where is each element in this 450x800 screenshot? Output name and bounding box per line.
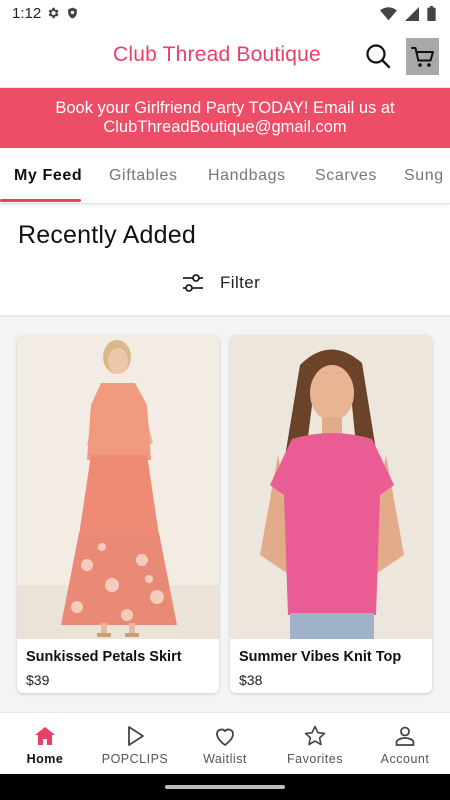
tab-scarves[interactable]: Scarves — [315, 167, 377, 185]
product-price: $39 — [26, 672, 50, 688]
home-icon — [35, 727, 55, 745]
app-header: Club Thread Boutique — [0, 28, 450, 88]
nav-home[interactable]: Home — [0, 713, 90, 775]
status-bar: 1:12 — [0, 0, 450, 28]
product-card[interactable]: Summer Vibes Knit Top $38 — [230, 335, 432, 693]
wifi-icon — [380, 6, 397, 20]
nav-label: Home — [26, 752, 64, 766]
account-icon — [395, 726, 415, 746]
heart-icon — [216, 728, 234, 746]
tab-handbags[interactable]: Handbags — [208, 167, 286, 185]
tab-my-feed[interactable]: My Feed — [14, 167, 82, 185]
search-icon — [366, 44, 391, 69]
signal-icon — [405, 6, 419, 21]
star-icon — [304, 725, 326, 746]
filter-label: Filter — [220, 273, 261, 292]
product-image-top — [230, 335, 432, 639]
status-time: 1:12 — [12, 5, 42, 22]
shield-icon — [68, 7, 77, 19]
promo-line-1: Book your Girlfriend Party TODAY! Email … — [55, 99, 395, 117]
nav-label: Waitlist — [203, 752, 247, 766]
product-name: Sunkissed Petals Skirt — [26, 649, 182, 665]
nav-label: POPCLIPS — [101, 752, 169, 766]
gear-icon — [48, 7, 59, 19]
active-tab-indicator — [0, 199, 81, 202]
nav-waitlist[interactable]: Waitlist — [180, 713, 270, 775]
nav-favorites[interactable]: Favorites — [270, 713, 360, 775]
search-button[interactable] — [364, 42, 392, 70]
tab-sunglasses[interactable]: Sung — [404, 167, 444, 185]
sliders-icon — [183, 274, 203, 292]
cart-icon — [410, 46, 434, 67]
home-gesture-handle[interactable] — [165, 785, 285, 789]
brand-title: Club Thread Boutique — [113, 43, 321, 66]
system-gesture-bar — [0, 774, 450, 800]
tab-giftables[interactable]: Giftables — [109, 167, 178, 185]
nav-label: Favorites — [287, 752, 343, 766]
product-price: $38 — [239, 672, 263, 688]
product-card[interactable]: Sunkissed Petals Skirt $39 — [17, 335, 219, 693]
promo-line-2: ClubThreadBoutique@gmail.com — [103, 118, 347, 136]
category-tabs: My Feed Giftables Handbags Scarves Sung — [0, 148, 450, 204]
play-icon — [128, 726, 144, 746]
product-image-skirt — [17, 335, 219, 639]
battery-icon — [427, 6, 436, 21]
cart-button[interactable] — [406, 38, 439, 75]
section-title: Recently Added — [18, 221, 196, 249]
bottom-nav: Home POPCLIPS Waitlist Favorites Account — [0, 712, 450, 774]
nav-account[interactable]: Account — [360, 713, 450, 775]
product-name: Summer Vibes Knit Top — [239, 649, 402, 665]
nav-popclips[interactable]: POPCLIPS — [90, 713, 180, 775]
promo-banner[interactable]: Book your Girlfriend Party TODAY! Email … — [0, 88, 450, 148]
filter-button[interactable]: Filter — [182, 273, 260, 293]
nav-label: Account — [380, 752, 430, 766]
